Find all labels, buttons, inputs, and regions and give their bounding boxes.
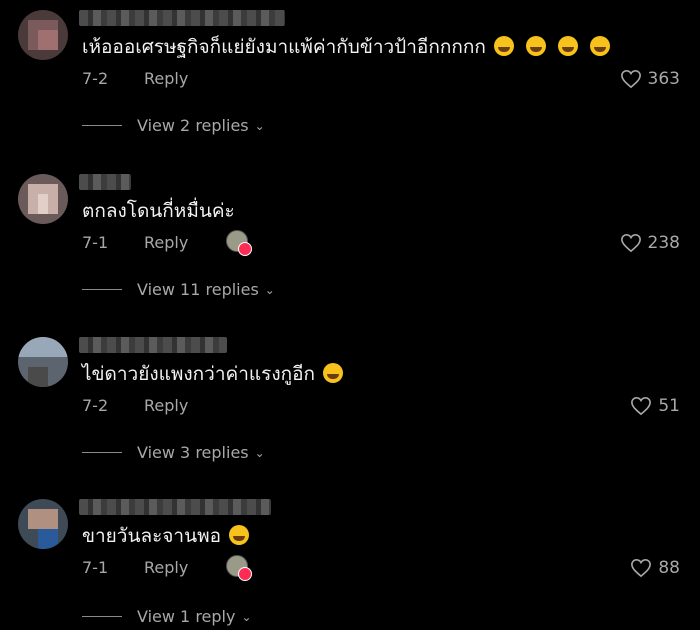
view-replies-button[interactable]: View 11 replies ⌄ xyxy=(82,280,275,299)
comment-text-content: ไข่ดาวยังแพงกว่าค่าแรงกูอีก xyxy=(82,363,316,385)
comment-text: ตกลงโดนกี่หมื่นค่ะ xyxy=(82,198,235,224)
comment-item: เห้อออเศรษฐกิจก็แย่ยังมาแพ้ค่ากับข้าวป้า… xyxy=(0,10,700,135)
chevron-down-icon: ⌄ xyxy=(254,445,265,460)
chevron-down-icon: ⌄ xyxy=(241,609,252,624)
creator-liked-avatar xyxy=(226,555,252,581)
comment-text: ขายวันละจานพอ xyxy=(82,523,250,549)
like-count: 363 xyxy=(647,69,680,89)
view-replies-label: View 11 replies xyxy=(137,280,259,299)
like-count: 238 xyxy=(647,233,680,253)
divider xyxy=(82,289,122,290)
comment-text: เห้อออเศรษฐกิจก็แย่ยังมาแพ้ค่ากับข้าวป้า… xyxy=(82,34,610,60)
comment-date: 7-1 xyxy=(82,233,109,252)
grinning-sweat-emoji xyxy=(229,525,250,545)
divider xyxy=(82,616,122,617)
heart-badge-icon xyxy=(238,567,252,581)
like-button[interactable]: 238 xyxy=(620,233,680,253)
heart-outline-icon xyxy=(620,233,641,253)
reply-button[interactable]: Reply xyxy=(144,233,188,252)
comment-text-content: เห้อออเศรษฐกิจก็แย่ยังมาแพ้ค่ากับข้าวป้า… xyxy=(82,36,486,58)
comment-item: ไข่ดาวยังแพงกว่าค่าแรงกูอีก 7-2 Reply 51… xyxy=(0,337,700,462)
heart-outline-icon xyxy=(631,396,652,416)
divider xyxy=(82,452,122,453)
view-replies-label: View 3 replies xyxy=(137,443,249,462)
comment-text: ไข่ดาวยังแพงกว่าค่าแรงกูอีก xyxy=(82,361,344,387)
rofl-emoji xyxy=(493,36,514,56)
like-count: 51 xyxy=(658,396,680,416)
view-replies-label: View 2 replies xyxy=(137,116,249,135)
like-button[interactable]: 363 xyxy=(620,69,680,89)
heart-outline-icon xyxy=(631,558,652,578)
comment-date: 7-2 xyxy=(82,69,109,88)
username-blurred[interactable] xyxy=(79,337,227,353)
avatar[interactable] xyxy=(18,10,68,60)
view-replies-button[interactable]: View 3 replies ⌄ xyxy=(82,443,265,462)
creator-liked-avatar xyxy=(226,230,252,256)
divider xyxy=(82,125,122,126)
username-blurred[interactable] xyxy=(79,499,271,515)
avatar[interactable] xyxy=(18,174,68,224)
avatar[interactable] xyxy=(18,499,68,549)
avatar[interactable] xyxy=(18,337,68,387)
grinning-sweat-emoji xyxy=(323,363,344,383)
view-replies-label: View 1 reply xyxy=(137,607,236,626)
comment-item: ขายวันละจานพอ 7-1 Reply 88 View 1 reply … xyxy=(0,499,700,626)
like-button[interactable]: 88 xyxy=(630,558,680,578)
reply-button[interactable]: Reply xyxy=(144,558,188,577)
rofl-emoji xyxy=(589,36,610,56)
chevron-down-icon: ⌄ xyxy=(254,118,265,133)
rofl-emoji xyxy=(557,36,578,56)
reply-button[interactable]: Reply xyxy=(144,396,188,415)
username-blurred[interactable] xyxy=(79,174,131,190)
like-button[interactable]: 51 xyxy=(630,396,680,416)
heart-badge-icon xyxy=(238,242,252,256)
comment-text-content: ขายวันละจานพอ xyxy=(82,525,222,547)
view-replies-button[interactable]: View 2 replies ⌄ xyxy=(82,116,265,135)
rofl-emoji xyxy=(525,36,546,56)
heart-outline-icon xyxy=(620,69,641,89)
reply-button[interactable]: Reply xyxy=(144,69,188,88)
view-replies-button[interactable]: View 1 reply ⌄ xyxy=(82,607,252,626)
comment-text-content: ตกลงโดนกี่หมื่นค่ะ xyxy=(82,200,235,222)
chevron-down-icon: ⌄ xyxy=(264,282,275,297)
username-blurred[interactable] xyxy=(79,10,285,26)
comment-date: 7-1 xyxy=(82,558,109,577)
comment-item: ตกลงโดนกี่หมื่นค่ะ 7-1 Reply 238 View 11… xyxy=(0,174,700,299)
like-count: 88 xyxy=(658,558,680,578)
comment-date: 7-2 xyxy=(82,396,109,415)
